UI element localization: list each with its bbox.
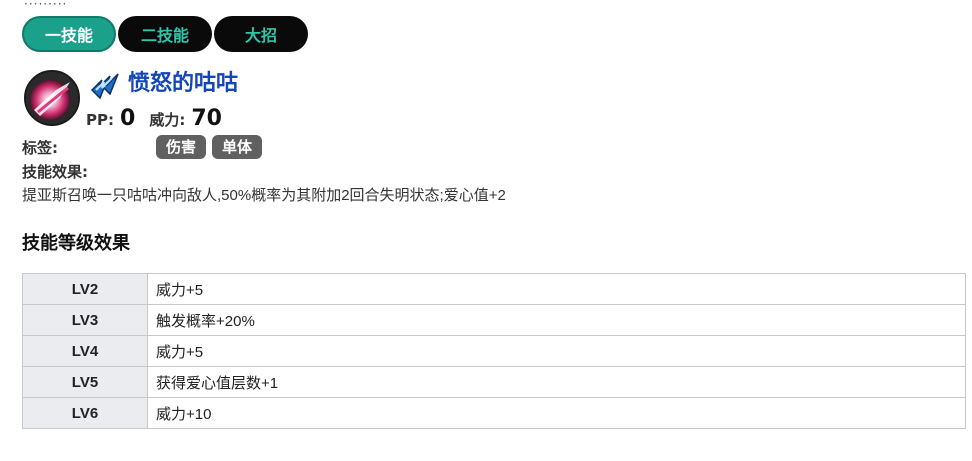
effect-cell: 触发概率+20% xyxy=(147,304,966,336)
level-cell: LV6 xyxy=(22,397,148,429)
level-cell: LV5 xyxy=(22,366,148,398)
skill-name: 愤怒的咕咕 xyxy=(128,71,239,96)
table-row: LV4 威力+5 xyxy=(22,335,966,367)
power-label: 威力: xyxy=(149,111,186,129)
level-cell: LV3 xyxy=(22,304,148,336)
tab-skill-1[interactable]: 一技能 xyxy=(22,16,116,52)
tags-label: 标签: xyxy=(22,138,58,157)
level-cell: LV2 xyxy=(22,273,148,305)
tag-damage: 伤害 xyxy=(156,135,207,159)
power-value: 70 xyxy=(191,106,222,131)
effect-cell: 威力+5 xyxy=(147,273,966,305)
pp-value: 0 xyxy=(120,106,136,131)
ice-type-icon xyxy=(88,68,122,102)
effect-label: 技能效果: xyxy=(22,163,88,181)
effect-description: 提亚斯召唤一只咕咕冲向敌人,50%概率为其附加2回合失明状态;爱心值+2 xyxy=(22,187,506,204)
tag-single-target: 单体 xyxy=(212,135,263,159)
table-row: LV5 获得爱心值层数+1 xyxy=(22,366,966,398)
skill-stats: PP: 0 威力: 70 xyxy=(86,106,230,131)
tab-skill-2[interactable]: 二技能 xyxy=(118,16,212,52)
table-row: LV3 触发概率+20% xyxy=(22,304,966,336)
skill-tabs: 一技能 二技能 大招 xyxy=(22,16,308,52)
tab-ultimate[interactable]: 大招 xyxy=(214,16,308,52)
effect-cell: 威力+5 xyxy=(147,335,966,367)
skill-crystal-icon xyxy=(24,70,80,126)
level-section-title: 技能等级效果 xyxy=(22,233,130,254)
effect-cell: 威力+10 xyxy=(147,397,966,429)
level-cell: LV4 xyxy=(22,335,148,367)
effect-cell: 获得爱心值层数+1 xyxy=(147,366,966,398)
table-row: LV2 威力+5 xyxy=(22,273,966,305)
top-dots-decoration: ········· xyxy=(24,0,68,11)
level-effects-table: LV2 威力+5 LV3 触发概率+20% LV4 威力+5 LV5 获得爱心值… xyxy=(22,273,966,429)
tags-row: 标签: 伤害 单体 xyxy=(22,135,268,159)
pp-label: PP: xyxy=(86,111,114,129)
table-row: LV6 威力+10 xyxy=(22,397,966,429)
